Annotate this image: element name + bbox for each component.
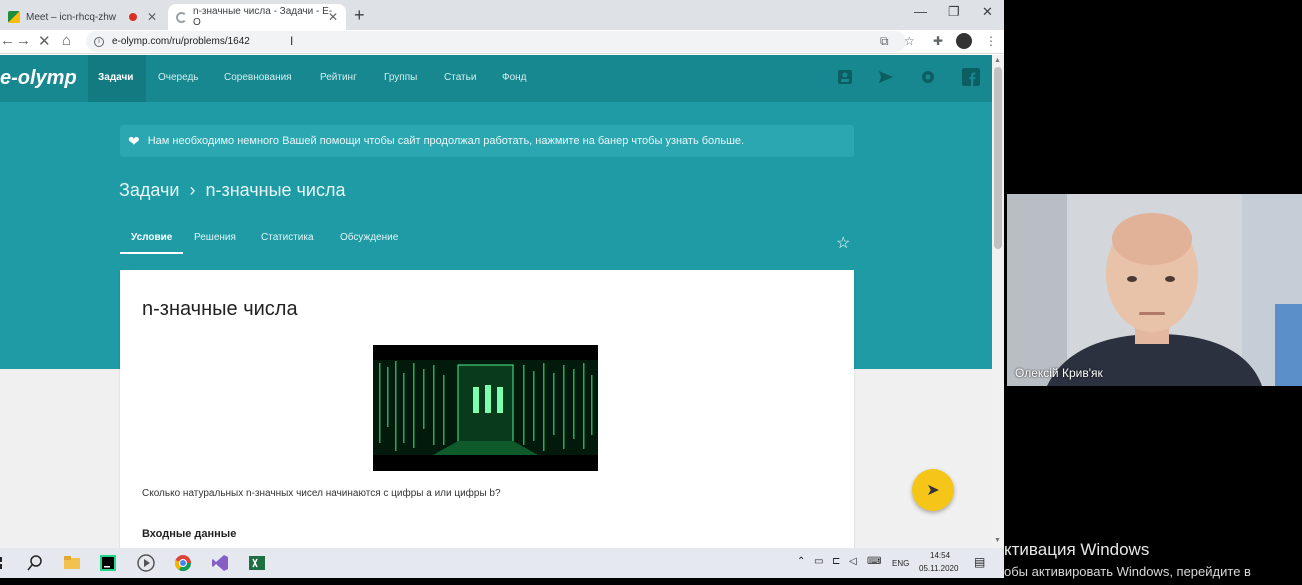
donation-banner[interactable]: ❤ Нам необходимо немного Вашей помощи чт… [120,125,854,157]
close-tab-icon[interactable]: ✕ [147,10,157,24]
info-icon[interactable]: i [94,36,104,47]
facebook-icon[interactable] [962,68,980,86]
tab-meet[interactable]: Meet – icn-rhcq-zhw ✕ [0,4,165,30]
nav-competitions[interactable]: Соревнования [224,72,292,83]
excel-icon[interactable] [248,554,266,572]
language-indicator[interactable]: ENG [892,559,909,568]
active-tab-indicator [120,252,183,254]
bookmark-star-icon[interactable]: ☆ [904,34,915,48]
heart-icon: ❤ [128,132,140,149]
input-section-heading: Входные данные [142,528,237,540]
breadcrumb: Задачи › n-значные числа [119,180,345,201]
tab-title: n-значные числа - Задачи - E-O [193,6,333,28]
toolbar: ← → ✕ ⌂ i e-olymp.com/ru/problems/1642 I [0,30,1004,54]
favorite-star-icon[interactable]: ☆ [836,233,850,253]
submit-solution-button[interactable]: ➤ [912,469,954,511]
tab-statement[interactable]: Условие [131,232,172,243]
forward-icon[interactable]: → [16,32,31,49]
notifications-icon[interactable]: ▤ [974,555,985,569]
windows-taskbar: ⌃ ▭ ⊏ ◁ ⌨ ENG 14:54 05.11.2020 ▤ [0,548,1004,578]
tab-bar: Meet – icn-rhcq-zhw ✕ n-значные числа - … [0,0,1004,30]
back-icon[interactable]: ← [0,32,15,49]
visual-studio-icon[interactable] [211,554,229,572]
screen: Meet – icn-rhcq-zhw ✕ n-значные числа - … [0,0,1302,585]
file-explorer-icon[interactable] [63,554,81,572]
text-cursor-icon: I [290,34,294,48]
tab-statistics[interactable]: Статистика [261,232,314,243]
nav-problems[interactable]: Задачи [98,72,133,83]
breadcrumb-root[interactable]: Задачи [119,180,179,201]
problem-card: n-значные числа Сколько натуральных n-зн… [120,270,854,548]
site-logo[interactable]: e-olymp [0,67,77,90]
network-icon[interactable]: ⊏ [832,556,840,567]
battery-icon[interactable]: ▭ [814,556,823,567]
participant-video-tile: Олексій Крив'як [1007,194,1302,386]
scroll-thumb[interactable] [994,67,1002,249]
volume-icon[interactable]: ◁ [849,556,857,567]
translate-icon[interactable]: ⧉ [880,34,889,49]
nav-queue[interactable]: Очередь [158,72,199,83]
minimize-button[interactable]: — [914,4,927,19]
tab-title: Meet – icn-rhcq-zhw [26,11,117,23]
nav-fund[interactable]: Фонд [502,72,527,83]
close-window-button[interactable]: ✕ [982,4,993,20]
search-icon[interactable] [26,554,44,572]
nav-rating[interactable]: Рейтинг [320,72,357,83]
new-tab-button[interactable]: + [354,5,365,26]
recording-icon [129,13,137,21]
profile-avatar[interactable] [956,33,972,49]
send-icon[interactable] [878,69,894,85]
media-player-icon[interactable] [137,554,155,572]
clock-time[interactable]: 14:54 [930,551,950,560]
problem-illustration [373,345,598,471]
tab-solutions[interactable]: Решения [194,232,236,243]
gear-icon[interactable] [920,69,936,85]
pycharm-icon[interactable] [99,554,117,572]
home-icon[interactable]: ⌂ [62,32,71,49]
problem-statement: Сколько натуральных n-значных чисел начи… [142,488,501,499]
address-bar[interactable]: i e-olymp.com/ru/problems/1642 I [86,31,906,52]
scroll-up-icon[interactable]: ▲ [994,57,1001,64]
problem-title: n-значные числа [142,298,298,320]
send-icon: ➤ [926,482,940,499]
scroll-down-icon[interactable]: ▼ [994,537,1001,544]
windows-activation-title: ктивация Windows [1004,540,1150,559]
loading-spinner-icon [176,11,187,23]
stop-icon[interactable]: ✕ [38,32,51,50]
tray-chevron-icon[interactable]: ⌃ [797,556,805,567]
tab-eolymp[interactable]: n-значные числа - Задачи - E-O ✕ [168,4,346,30]
windows-activation-hint: обы активировать Windows, перейдите в [1004,564,1251,579]
keyboard-icon[interactable]: ⌨ [867,556,881,567]
tab-discussion[interactable]: Обсуждение [340,232,398,243]
breadcrumb-current: n-значные числа [205,180,346,200]
banner-text: Нам необходимо немного Вашей помощи чтоб… [147,135,745,147]
site-navbar: e-olymp Задачи Очередь Соревнования Рейт… [0,55,992,102]
start-icon[interactable] [0,554,12,572]
participant-video-frame [1007,194,1302,386]
meet-favicon-icon [8,11,20,23]
page-scrollbar[interactable]: ▲ ▼ [992,55,1004,548]
participant-name: Олексій Крив'як [1015,366,1103,380]
browser-window: Meet – icn-rhcq-zhw ✕ n-значные числа - … [0,0,1004,548]
chevron-right-icon: › [189,180,196,200]
clock-date[interactable]: 05.11.2020 [919,564,958,573]
menu-icon[interactable]: ⋮ [985,34,997,48]
nav-groups[interactable]: Группы [384,72,417,83]
close-tab-icon[interactable]: ✕ [328,10,338,24]
user-icon[interactable] [837,69,853,85]
nav-articles[interactable]: Статьи [444,72,476,83]
web-page: e-olymp Задачи Очередь Соревнования Рейт… [0,55,992,548]
extensions-icon[interactable]: ✚ [933,34,943,48]
chrome-icon[interactable] [174,554,192,572]
url-text: e-olymp.com/ru/problems/1642 [112,36,250,47]
maximize-button[interactable]: ❐ [948,4,960,20]
